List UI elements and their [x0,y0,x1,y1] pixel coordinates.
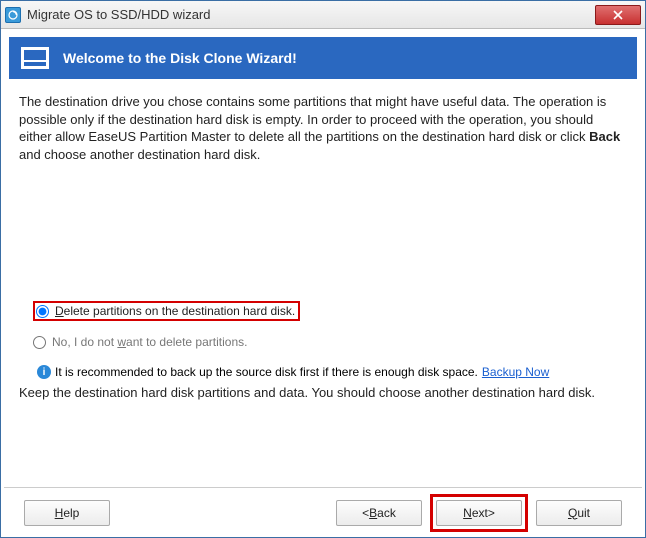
button-bar: Help <Back Next> Quit [4,487,642,537]
close-icon [613,10,623,20]
recommendation-row: i It is recommended to back up the sourc… [37,365,627,379]
option-delete-row: Delete partitions on the destination har… [33,301,627,321]
radio-keep[interactable] [33,336,46,349]
content-area: The destination drive you chose contains… [1,87,645,487]
wizard-banner: Welcome to the Disk Clone Wizard! [9,37,637,79]
backup-now-link[interactable]: Backup Now [482,365,549,379]
option-delete-highlight: Delete partitions on the destination har… [33,301,300,321]
app-icon [5,7,21,23]
next-button[interactable]: Next> [436,500,522,526]
radio-delete-label: Delete partitions on the destination har… [55,304,295,318]
radio-keep-label: No, I do not want to delete partitions. [52,335,247,349]
intro-part2: and choose another destination hard disk… [19,147,260,162]
intro-back-word: Back [589,129,620,144]
next-button-highlight: Next> [430,494,528,532]
intro-part1: The destination drive you chose contains… [19,94,606,144]
quit-button[interactable]: Quit [536,500,622,526]
help-button[interactable]: Help [24,500,110,526]
keep-note: Keep the destination hard disk partition… [19,385,627,400]
intro-text: The destination drive you chose contains… [19,93,627,163]
recommendation-text: It is recommended to back up the source … [55,365,478,379]
radio-delete[interactable] [36,305,49,318]
close-button[interactable] [595,5,641,25]
radio-options: Delete partitions on the destination har… [33,301,627,349]
titlebar: Migrate OS to SSD/HDD wizard [1,1,645,29]
window-title: Migrate OS to SSD/HDD wizard [27,7,595,22]
disk-icon [21,47,49,69]
banner-title: Welcome to the Disk Clone Wizard! [63,50,297,66]
option-keep-row: No, I do not want to delete partitions. [33,335,627,349]
back-button[interactable]: <Back [336,500,422,526]
info-icon: i [37,365,51,379]
